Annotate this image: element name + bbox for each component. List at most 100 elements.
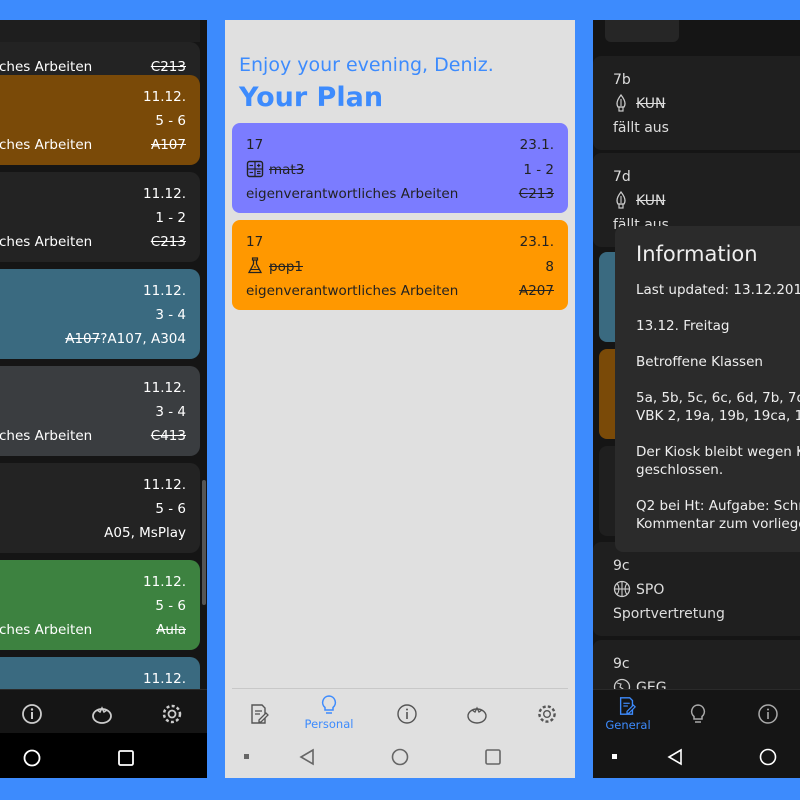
info-icon [397, 704, 417, 724]
card-room: A05, MsPlay [104, 525, 186, 541]
document-edit-icon [619, 697, 637, 715]
substitution-card[interactable]: 11.12. 3 - 4 A107?A107, A304 [0, 269, 200, 359]
card-subject: pop1 [269, 259, 303, 275]
top-edge [605, 20, 679, 42]
tomato-nav-button[interactable] [88, 700, 116, 728]
gear-icon [538, 705, 556, 723]
recents-button[interactable] [483, 747, 503, 767]
calculator-icon [246, 160, 264, 182]
lightbulb-icon [321, 695, 337, 714]
basketball-icon [613, 580, 631, 602]
general-nav-button[interactable] [615, 694, 639, 718]
nav-dot-icon [612, 754, 617, 759]
substitution-card[interactable]: 11.12. 3 - 4 ches Arbeiten C413 [0, 366, 200, 456]
bottom-navigation [0, 689, 207, 739]
nav-dot-icon [244, 754, 249, 759]
card-subject: KUN [636, 193, 666, 209]
gear-icon [162, 704, 182, 724]
card-period: 5 - 6 [155, 501, 186, 517]
card-room: A107?A107, A304 [65, 331, 186, 347]
dialog-classes: 5a, 5b, 5c, 6c, 6d, 7b, 7d, 8 [636, 390, 800, 406]
card-date: 11.12. [143, 89, 186, 105]
dialog-q2: Q2 bei Ht: Aufgabe: Schre [636, 498, 800, 514]
system-navigation-bar [225, 736, 575, 778]
card-period: 3 - 4 [155, 307, 186, 323]
substitution-card[interactable]: 11.12. 5 - 6 ches Arbeiten A107 [0, 75, 200, 165]
card-room: C413 [150, 428, 186, 444]
card-info: ches Arbeiten [0, 59, 93, 75]
general-nav-label: General [605, 718, 651, 732]
info-nav-button[interactable] [394, 701, 420, 727]
substitution-card[interactable]: 11.12. 5 - 6 A05, MsPlay [0, 463, 200, 553]
card-room: Aula [156, 622, 186, 638]
card-info: eigenverantwortliches Arbeiten [246, 186, 459, 202]
info-nav-button[interactable] [18, 700, 46, 728]
card-info: ches Arbeiten [0, 234, 93, 250]
card-info: ches Arbeiten [0, 428, 93, 444]
card-period: 5 - 6 [155, 598, 186, 614]
dialog-updated: Last updated: 13.12.2019, 0 [636, 282, 800, 298]
card-class: 7d [613, 169, 631, 185]
settings-nav-button[interactable] [158, 700, 186, 728]
dialog-affected-label: Betroffene Klassen [636, 354, 763, 370]
card-period: 3 - 4 [155, 404, 186, 420]
card-class: 9c [613, 656, 630, 672]
home-button[interactable] [390, 747, 410, 767]
card-date: 11.12. [143, 671, 186, 687]
document-edit-icon [251, 704, 269, 724]
lesson-card[interactable]: 17 23.1. pop1 8 eigenverantwortliches Ar… [232, 220, 568, 310]
card-room: A107 [150, 137, 186, 153]
home-button[interactable] [758, 747, 778, 767]
substitution-card[interactable]: 7b KUN fällt aus [593, 56, 800, 150]
lesson-card[interactable]: 17 23.1. mat3 1 - 2 eigenverantwortliche… [232, 123, 568, 213]
personal-nav-button[interactable] [316, 693, 342, 717]
personal-nav-label: Personal [304, 717, 354, 731]
card-class: 7b [613, 72, 631, 88]
card-subject: mat3 [269, 162, 305, 178]
card-date: 11.12. [143, 283, 186, 299]
substitution-card[interactable]: 11.12. 1 - 2 ches Arbeiten C213 [0, 172, 200, 262]
card-period: 5 - 6 [155, 113, 186, 129]
card-info: fällt aus [613, 120, 669, 136]
dialog-classes: VBK 2, 19a, 19b, 19ca, 19cb [636, 408, 800, 424]
back-button[interactable] [297, 747, 317, 767]
card-date: 23.1. [519, 137, 554, 153]
recents-square-icon [485, 749, 501, 765]
card-period: 8 [545, 259, 554, 275]
dialog-kiosk: Der Kiosk bleibt wegen Kra [636, 444, 800, 460]
card-info: eigenverantwortliches Arbeiten [246, 283, 459, 299]
system-navigation-bar [593, 736, 800, 778]
home-circle-icon [391, 748, 409, 766]
home-circle-icon [759, 748, 777, 766]
card-week: 17 [246, 137, 264, 153]
card-date: 11.12. [143, 574, 186, 590]
substitution-card[interactable]: 11.12. 5 - 6 ches Arbeiten Aula [0, 560, 200, 650]
settings-nav-button[interactable] [534, 701, 560, 727]
info-icon [758, 704, 778, 724]
scrollbar[interactable] [202, 480, 206, 605]
back-button[interactable] [665, 747, 685, 767]
information-dialog[interactable]: Information Last updated: 13.12.2019, 0 … [615, 226, 800, 552]
dialog-title: Information [636, 242, 758, 266]
card-period: 1 - 2 [523, 162, 554, 178]
home-button[interactable] [22, 748, 42, 768]
right-phone-screen: 7b KUN fällt aus 7d KUN fällt aus 9c SPO… [593, 20, 800, 778]
greeting-text: Enjoy your evening, Deniz. [239, 54, 494, 76]
recents-button[interactable] [116, 748, 136, 768]
center-phone-screen: Enjoy your evening, Deniz. Your Plan 17 … [225, 20, 575, 778]
card-info: ches Arbeiten [0, 137, 93, 153]
lightbulb-icon [690, 704, 706, 723]
tomato-icon [92, 706, 112, 724]
top-edge [0, 20, 200, 42]
page-title: Your Plan [239, 82, 384, 113]
general-nav-button[interactable] [246, 701, 272, 727]
tomato-nav-button[interactable] [464, 701, 490, 727]
card-room: A207 [518, 283, 554, 299]
info-nav-button[interactable] [756, 702, 780, 726]
bottom-navigation: Personal [232, 688, 568, 736]
bottom-navigation: General [593, 689, 800, 739]
card-date: 23.1. [519, 234, 554, 250]
substitution-card[interactable]: 9c SPO Sportvertretung [593, 542, 800, 636]
flask-icon [246, 257, 264, 279]
personal-nav-button[interactable] [686, 702, 710, 726]
